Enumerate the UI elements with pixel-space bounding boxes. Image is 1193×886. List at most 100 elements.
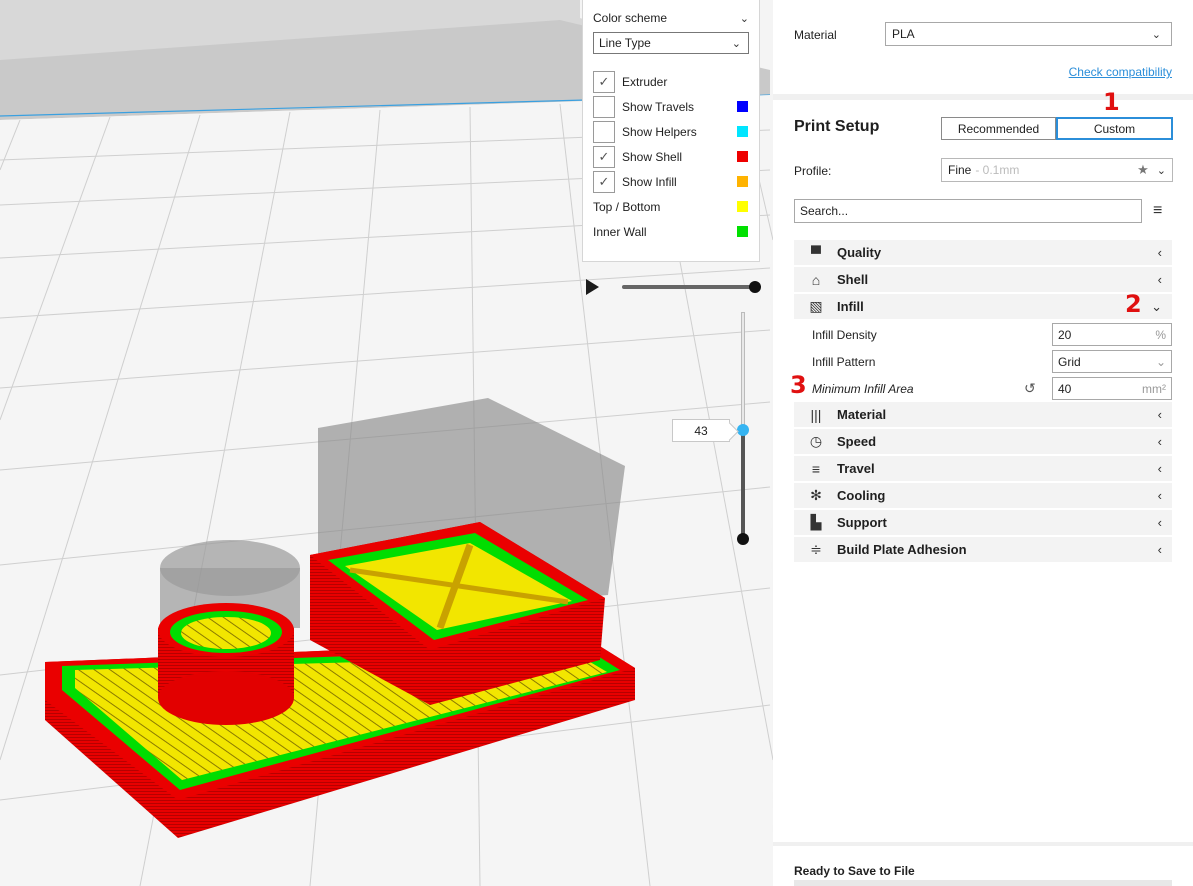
legend-label: Show Helpers <box>622 124 697 139</box>
setting-value: 20 <box>1058 327 1072 342</box>
legend-label: Extruder <box>622 74 668 89</box>
chevron-left-icon: ‹ <box>1157 407 1162 422</box>
category-build-plate-adhesion[interactable]: ≑ Build Plate Adhesion ‹ <box>794 537 1172 562</box>
profile-name: Fine <box>948 163 972 177</box>
layer-view-panel: Color scheme ⌄ Line Type ⌄ ✓ Extruder Show… <box>582 0 760 262</box>
legend-label: Top / Bottom <box>593 199 661 214</box>
color-scheme-select[interactable]: Line Type ⌄ <box>593 32 749 54</box>
checkbox[interactable] <box>593 120 615 143</box>
ready-status: Ready to Save to File <box>794 864 915 878</box>
checkbox[interactable]: ✓ <box>593 170 615 193</box>
category-label: Material <box>837 407 887 422</box>
annotation-marker-3: 3 <box>790 371 807 399</box>
category-label: Speed <box>837 434 877 449</box>
legend-item[interactable]: ✓ Show Infill <box>593 169 749 194</box>
category-travel[interactable]: ≡ Travel ‹ <box>794 456 1172 481</box>
setting-input[interactable]: Grid ⌄ <box>1052 350 1172 373</box>
chevron-left-icon: ‹ <box>1157 272 1162 287</box>
reset-icon[interactable]: ↺ <box>1024 380 1044 397</box>
category-infill[interactable]: ▧ Infill ⌄ <box>794 294 1172 319</box>
play-simulation-button[interactable] <box>586 279 599 295</box>
setting-label: Infill Pattern <box>812 354 876 369</box>
legend-label: Show Infill <box>622 174 677 189</box>
checkbox[interactable] <box>593 95 615 118</box>
profile-label: Profile: <box>794 164 832 178</box>
color-swatch <box>737 201 748 212</box>
chevron-left-icon: ‹ <box>1157 515 1162 530</box>
layer-slider-bottom-handle[interactable] <box>737 533 749 545</box>
setting-value: 40 <box>1058 381 1072 396</box>
star-icon[interactable]: ★ <box>1137 162 1149 178</box>
setting-input[interactable]: 40 mm² <box>1052 377 1172 400</box>
legend-label: Show Travels <box>622 99 695 114</box>
settings-categories: ▀ Quality ‹ ⌂ Shell ‹ ▧ Infill ⌄ Infill Den… <box>794 240 1172 564</box>
layer-slider-range <box>741 430 745 538</box>
profile-select[interactable]: Fine - 0.1mm ★ ⌄ <box>941 158 1173 182</box>
color-swatch <box>737 226 748 237</box>
shell-icon: ⌂ <box>811 271 821 288</box>
category-cooling[interactable]: ✻ Cooling ‹ <box>794 483 1172 508</box>
infill-icon: ▧ <box>809 298 823 314</box>
legend-item[interactable]: Show Helpers <box>593 119 749 144</box>
layer-slider-top-handle[interactable] <box>737 424 749 436</box>
travel-icon: ≡ <box>811 460 821 477</box>
category-label: Support <box>837 515 887 530</box>
chevron-down-icon: ⌄ <box>1151 28 1161 41</box>
category-shell[interactable]: ⌂ Shell ‹ <box>794 267 1172 292</box>
setting-infill-pattern: Infill Pattern Grid ⌄ <box>794 348 1172 375</box>
3d-viewport[interactable]: Color scheme ⌄ Line Type ⌄ ✓ Extruder Show… <box>0 0 773 886</box>
category-material[interactable]: ||| Material ‹ <box>794 402 1172 427</box>
setting-label: Infill Density <box>812 327 877 342</box>
checkbox[interactable]: ✓ <box>593 70 615 93</box>
category-support[interactable]: ▙ Support ‹ <box>794 510 1172 535</box>
color-swatch <box>737 176 748 187</box>
settings-search-input[interactable]: Search... <box>794 199 1142 223</box>
color-scheme-header[interactable]: Color scheme ⌄ <box>593 8 749 28</box>
category-label: Infill <box>837 299 864 314</box>
chevron-left-icon: ‹ <box>1157 542 1162 557</box>
legend-list: ✓ Extruder Show Travels Show Helpers ✓ Show S… <box>593 69 749 244</box>
chevron-left-icon: ‹ <box>1157 434 1162 449</box>
speed-icon: ◷ <box>809 433 823 449</box>
support-icon: ▙ <box>810 514 822 530</box>
category-speed[interactable]: ◷ Speed ‹ <box>794 429 1172 454</box>
layer-number: 43 <box>694 423 708 438</box>
setting-minimum-infill-area: Minimum Infill Area ↺ 40 mm² <box>794 375 1172 402</box>
setting-input[interactable]: 20 % <box>1052 323 1172 346</box>
layer-number-box[interactable]: 43 <box>672 419 730 442</box>
hamburger-menu-icon[interactable]: ≡ <box>1153 203 1162 219</box>
cooling-icon: ✻ <box>810 487 822 503</box>
chevron-down-icon: ⌄ <box>739 12 749 25</box>
category-label: Build Plate Adhesion <box>837 542 967 557</box>
chevron-left-icon: ‹ <box>1157 488 1162 503</box>
color-swatch <box>737 101 748 112</box>
category-quality[interactable]: ▀ Quality ‹ <box>794 240 1172 265</box>
layer-path-slider-handle[interactable] <box>749 281 761 293</box>
sidebar: Material PLA ⌄ Check compatibility Print… <box>773 0 1193 886</box>
legend-item[interactable]: ✓ Extruder <box>593 69 749 94</box>
chevron-down-icon: ⌄ <box>1151 298 1162 314</box>
tab-recommended[interactable]: Recommended <box>941 117 1056 140</box>
tab-custom[interactable]: Custom <box>1056 117 1173 140</box>
category-label: Travel <box>837 461 875 476</box>
checkbox[interactable]: ✓ <box>593 145 615 168</box>
material-section: Material PLA ⌄ Check compatibility <box>773 0 1193 94</box>
chevron-down-icon: ⌄ <box>731 37 741 50</box>
material-icon: ||| <box>810 406 822 423</box>
annotation-marker-2: 2 <box>1125 290 1142 318</box>
material-select[interactable]: PLA ⌄ <box>885 22 1172 46</box>
chevron-left-icon: ‹ <box>1157 245 1162 260</box>
legend-item[interactable]: ✓ Show Shell <box>593 144 749 169</box>
color-scheme-value: Line Type <box>599 36 651 50</box>
color-scheme-label: Color scheme <box>593 11 668 25</box>
legend-item: Inner Wall <box>593 219 749 244</box>
check-compatibility-link[interactable]: Check compatibility <box>1069 65 1172 79</box>
material-label: Material <box>794 28 837 42</box>
setting-unit: % <box>1155 327 1166 342</box>
setting-value: Grid <box>1058 354 1081 369</box>
section-divider <box>773 94 1193 100</box>
profile-description: - 0.1mm <box>975 163 1020 177</box>
layer-path-slider-track[interactable] <box>622 285 756 289</box>
legend-item[interactable]: Show Travels <box>593 94 749 119</box>
adhesion-icon: ≑ <box>810 541 822 557</box>
